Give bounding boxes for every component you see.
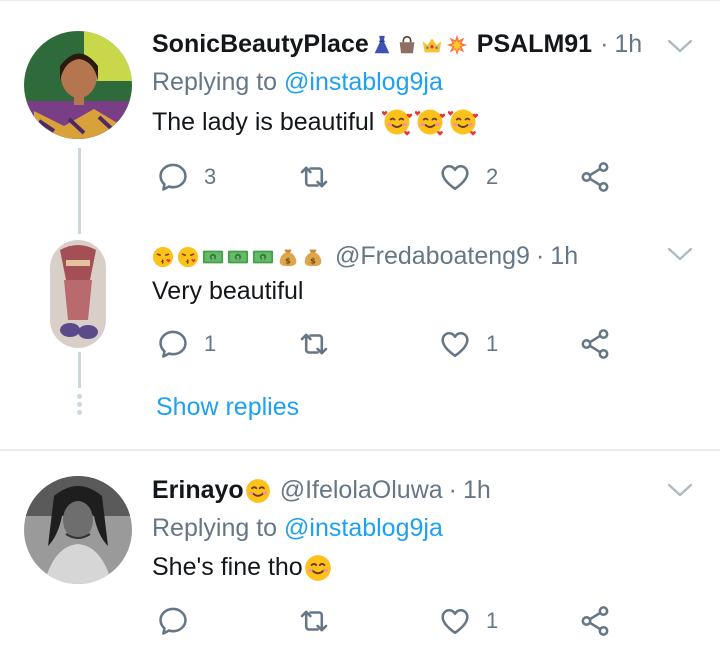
thread-line [78, 352, 81, 388]
share-icon [578, 604, 612, 638]
reply-button[interactable]: 3 [156, 160, 216, 194]
avatar[interactable] [24, 476, 132, 584]
reply-button[interactable]: 1 [156, 327, 216, 361]
collision-emoji [446, 34, 468, 56]
share-icon [578, 327, 612, 361]
replying-to-label: Replying to [152, 514, 278, 542]
handbag-emoji [396, 34, 418, 56]
retweet-icon [297, 604, 331, 638]
share-button[interactable] [578, 327, 612, 361]
handle[interactable]: @Fredaboateng9 [335, 242, 530, 271]
dollar-banknote-emoji [227, 246, 249, 268]
timestamp[interactable]: 1h [614, 30, 642, 59]
avatar-photo [24, 31, 132, 139]
smiling-face-with-hearts-emoji [448, 107, 478, 137]
smiling-face-with-hearts-emoji [382, 107, 412, 137]
dress-emoji [371, 34, 393, 56]
display-name-suffix[interactable]: PSALM91 [477, 30, 592, 59]
timestamp[interactable]: 1h [550, 242, 578, 271]
crown-emoji [421, 34, 443, 56]
share-icon [578, 160, 612, 194]
top-divider [0, 0, 720, 1]
retweet-button[interactable] [297, 327, 345, 361]
retweet-icon [297, 160, 331, 194]
separator-dot: · [535, 242, 545, 270]
tweet-text: She's fine tho [152, 553, 303, 581]
money-bag-emoji [302, 246, 324, 268]
like-count: 1 [486, 331, 499, 356]
tweet-text: Very beautiful [152, 277, 304, 305]
retweet-icon [297, 327, 331, 361]
heart-icon [438, 327, 472, 361]
replying-to-handle[interactable]: @instablog9ja [284, 68, 443, 96]
share-button[interactable] [578, 604, 612, 638]
avatar-photo [24, 476, 132, 584]
reply-count: 3 [204, 164, 217, 189]
retweet-button[interactable] [297, 160, 345, 194]
reply-icon [156, 327, 190, 361]
share-button[interactable] [578, 160, 612, 194]
smiling-face-emoji [304, 554, 332, 582]
like-button[interactable]: 1 [438, 327, 498, 361]
heart-icon [438, 160, 472, 194]
show-replies-link[interactable]: Show replies [156, 393, 299, 422]
smiling-face-emoji [245, 478, 271, 504]
chevron-down-icon[interactable] [667, 38, 693, 54]
like-count: 1 [486, 608, 499, 633]
like-button[interactable]: 1 [438, 604, 498, 638]
reply-icon [156, 160, 190, 194]
display-name[interactable]: Erinayo [152, 476, 244, 505]
separator-dot: · [600, 30, 609, 58]
reply-button[interactable] [156, 604, 204, 638]
dollar-banknote-emoji [202, 246, 224, 268]
replying-to-label: Replying to [152, 68, 278, 96]
divider [0, 449, 720, 451]
replying-to-handle[interactable]: @instablog9ja [284, 514, 443, 542]
smiling-face-with-hearts-emoji [415, 107, 445, 137]
chevron-down-icon[interactable] [667, 246, 693, 262]
separator-dot: · [448, 476, 457, 504]
face-blowing-kiss-emoji [177, 246, 199, 268]
retweet-button[interactable] [297, 604, 345, 638]
handle[interactable]: @IfelolaOluwa [280, 476, 443, 505]
heart-icon [438, 604, 472, 638]
chevron-down-icon[interactable] [667, 482, 693, 498]
like-count: 2 [486, 164, 499, 189]
avatar[interactable] [24, 31, 132, 139]
reply-icon [156, 604, 190, 638]
display-name[interactable]: SonicBeautyPlace [152, 30, 369, 59]
thread-dots [74, 394, 84, 418]
face-blowing-kiss-emoji [152, 246, 174, 268]
timestamp[interactable]: 1h [463, 476, 491, 505]
thread-line [78, 148, 81, 234]
reply-count: 1 [204, 331, 217, 356]
like-button[interactable]: 2 [438, 160, 498, 194]
tweet-text: The lady is beautiful [152, 107, 375, 136]
dollar-banknote-emoji [252, 246, 274, 268]
money-bag-emoji [277, 246, 299, 268]
